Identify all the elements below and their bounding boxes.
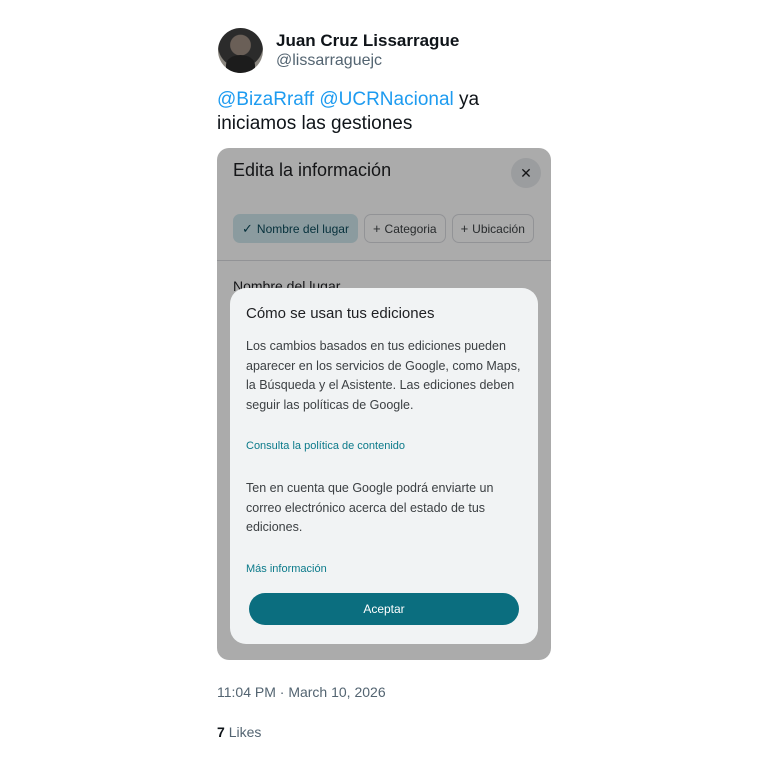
mention-link[interactable]: @UCRNacional: [319, 89, 453, 110]
tweet-text: @BizaRraff @UCRNacional ya iniciamos las…: [217, 88, 547, 136]
accept-button: Aceptar: [249, 593, 519, 625]
dialog-body: Ten en cuenta que Google podrá enviarte …: [246, 481, 494, 534]
likes-label: Likes: [228, 724, 262, 740]
edits-usage-dialog: Cómo se usan tus ediciones Los cambios b…: [230, 288, 538, 644]
dialog-body: Los cambios basados en tus ediciones pue…: [246, 339, 521, 412]
likes-count: 7: [217, 724, 225, 740]
likes[interactable]: 7 Likes: [217, 724, 261, 740]
more-info-link: Más información: [246, 563, 327, 575]
mention-link[interactable]: @BizaRraff: [217, 89, 314, 110]
dialog-title: Cómo se usan tus ediciones: [246, 305, 435, 322]
tweet-image[interactable]: Edita la información ✕ ✓ Nombre del luga…: [217, 148, 551, 660]
display-name[interactable]: Juan Cruz Lissarrague: [276, 31, 459, 51]
tweet-timestamp[interactable]: 11:04 PM · March 10, 2026: [217, 684, 386, 700]
avatar[interactable]: [218, 28, 263, 73]
user-handle[interactable]: @lissarraguejc: [276, 52, 382, 70]
content-policy-link: Consulta la política de contenido: [246, 440, 405, 452]
